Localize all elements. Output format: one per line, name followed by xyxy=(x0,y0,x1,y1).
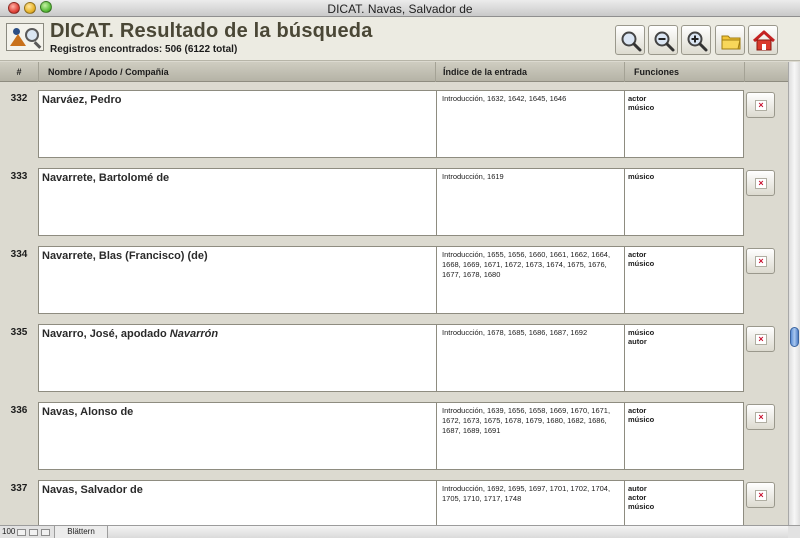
zoom-in-small-icon[interactable] xyxy=(29,529,38,536)
results-list: 332 Narváez, Pedro Introducción, 1632, 1… xyxy=(0,82,788,525)
functions-list: músico autor xyxy=(628,328,740,346)
functions-list: actor músico xyxy=(628,250,740,268)
folder-button[interactable] xyxy=(715,25,745,55)
function-item: músico xyxy=(628,259,655,268)
mode-indicator[interactable]: Blättern xyxy=(54,526,108,538)
zoom-out-button[interactable] xyxy=(648,25,678,55)
entry-index: Introducción, 1632, 1642, 1645, 1646 xyxy=(442,94,567,103)
column-header: # Nombre / Apodo / Compañía Índice de la… xyxy=(0,62,800,82)
person-name[interactable]: Navarro, José, apodado Navarrón xyxy=(42,328,432,340)
close-icon: × xyxy=(755,256,767,267)
horizontal-scrollbar[interactable] xyxy=(108,526,788,538)
function-item: actor xyxy=(628,406,647,415)
row-record[interactable]: Narváez, Pedro Introducción, 1632, 1642,… xyxy=(38,90,744,158)
entry-index: Introducción, 1619 xyxy=(442,172,504,181)
search-icon xyxy=(621,31,642,52)
close-icon: × xyxy=(755,334,767,345)
functions-list: músico xyxy=(628,172,740,181)
table-row: 335 Navarro, José, apodado Navarrón Intr… xyxy=(0,316,788,394)
row-record[interactable]: Navas, Salvador de Introducción, 1692, 1… xyxy=(38,480,744,525)
function-item: músico xyxy=(628,103,655,112)
layout-toggle-icon[interactable] xyxy=(41,529,50,536)
delete-row-button[interactable]: × xyxy=(746,482,775,508)
person-name[interactable]: Navarrete, Bartolomé de xyxy=(42,172,432,184)
scroll-thumb[interactable] xyxy=(790,327,799,347)
function-item: actor xyxy=(628,94,647,103)
table-row: 332 Narváez, Pedro Introducción, 1632, 1… xyxy=(0,82,788,160)
entry-index: Introducción, 1655, 1656, 1660, 1661, 16… xyxy=(442,250,611,279)
column-index[interactable]: Índice de la entrada xyxy=(435,62,624,82)
function-item: autor xyxy=(628,484,647,493)
row-number: 336 xyxy=(10,405,28,416)
table-row: 333 Navarrete, Bartolomé de Introducción… xyxy=(0,160,788,238)
dicat-logo xyxy=(6,23,44,51)
delete-row-button[interactable]: × xyxy=(746,326,775,352)
entry-index: Introducción, 1692, 1695, 1697, 1701, 17… xyxy=(442,484,611,503)
window-title: DICAT. Navas, Salvador de xyxy=(327,2,473,16)
row-number: 334 xyxy=(10,249,28,260)
function-item: músico xyxy=(628,502,655,511)
vertical-scrollbar[interactable] xyxy=(788,62,800,525)
function-item: actor xyxy=(628,250,647,259)
function-item: actor xyxy=(628,493,647,502)
column-actions xyxy=(744,62,788,82)
column-functions[interactable]: Funciones xyxy=(624,62,744,82)
function-item: músico xyxy=(628,415,655,424)
zoom-in-button[interactable] xyxy=(681,25,711,55)
home-icon xyxy=(752,30,776,51)
zoom-in-icon xyxy=(687,31,708,52)
row-record[interactable]: Navas, Alonso de Introducción, 1639, 165… xyxy=(38,402,744,470)
function-item: músico xyxy=(628,172,655,181)
table-row: 336 Navas, Alonso de Introducción, 1639,… xyxy=(0,394,788,472)
close-icon: × xyxy=(755,490,767,501)
row-record[interactable]: Navarro, José, apodado Navarrón Introduc… xyxy=(38,324,744,392)
row-number: 335 xyxy=(10,327,28,338)
status-bar: 100 Blättern xyxy=(0,525,800,538)
zoom-out-small-icon[interactable] xyxy=(17,529,26,536)
zoom-level[interactable]: 100 xyxy=(2,527,15,536)
zoom-out-icon xyxy=(654,31,675,52)
close-icon: × xyxy=(755,178,767,189)
person-name[interactable]: Navas, Alonso de xyxy=(42,406,432,418)
functions-list: autor actor músico xyxy=(628,484,740,511)
row-record[interactable]: Navarrete, Bartolomé de Introducción, 16… xyxy=(38,168,744,236)
folder-icon xyxy=(721,35,741,50)
row-number: 333 xyxy=(10,171,28,182)
delete-row-button[interactable]: × xyxy=(746,404,775,430)
column-num[interactable]: # xyxy=(0,62,38,82)
person-name[interactable]: Navarrete, Blas (Francisco) (de) xyxy=(42,250,432,262)
close-icon: × xyxy=(755,100,767,111)
function-item: músico xyxy=(628,328,655,337)
entry-index: Introducción, 1639, 1656, 1658, 1669, 16… xyxy=(442,406,611,435)
table-row: 334 Navarrete, Blas (Francisco) (de) Int… xyxy=(0,238,788,316)
delete-row-button[interactable]: × xyxy=(746,170,775,196)
entry-index: Introducción, 1678, 1685, 1686, 1687, 16… xyxy=(442,328,588,337)
row-number: 337 xyxy=(10,483,28,494)
person-name[interactable]: Narváez, Pedro xyxy=(42,94,432,106)
delete-row-button[interactable]: × xyxy=(746,248,775,274)
functions-list: actor músico xyxy=(628,406,740,424)
function-item: autor xyxy=(628,337,647,346)
search-button[interactable] xyxy=(615,25,645,55)
title-bar: DICAT. Navas, Salvador de xyxy=(0,0,800,17)
records-count: Registros encontrados: 506 (6122 total) xyxy=(50,44,238,55)
app-window: DICAT. Navas, Salvador de DICAT. Resulta… xyxy=(0,0,800,538)
functions-list: actor músico xyxy=(628,94,740,112)
column-name[interactable]: Nombre / Apodo / Compañía xyxy=(38,62,435,82)
home-button[interactable] xyxy=(748,25,778,55)
delete-row-button[interactable]: × xyxy=(746,92,775,118)
row-number: 332 xyxy=(10,93,28,104)
row-record[interactable]: Navarrete, Blas (Francisco) (de) Introdu… xyxy=(38,246,744,314)
page-title: DICAT. Resultado de la búsqueda xyxy=(50,20,373,42)
table-row: 337 Navas, Salvador de Introducción, 169… xyxy=(0,472,788,525)
page-header: DICAT. Resultado de la búsqueda Registro… xyxy=(0,17,800,61)
person-name[interactable]: Navas, Salvador de xyxy=(42,484,432,496)
close-icon: × xyxy=(755,412,767,423)
